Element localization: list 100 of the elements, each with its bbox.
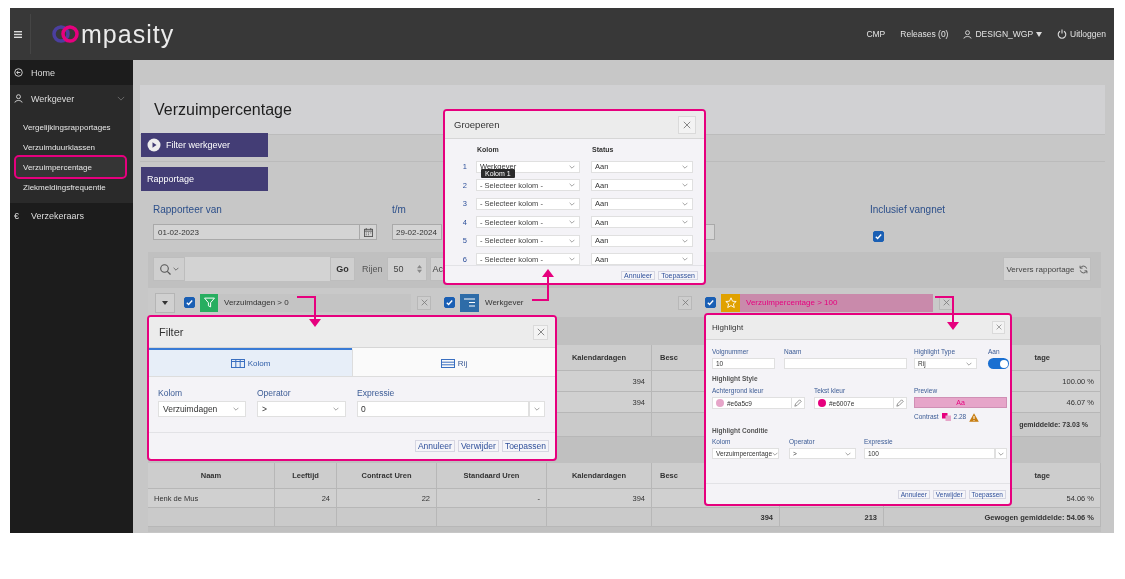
field-label: Rapporteer van	[153, 203, 222, 217]
rows-label: Rijen	[362, 264, 383, 274]
chevron-down-icon	[845, 451, 851, 456]
chevron-down-icon	[569, 238, 575, 243]
nav-item[interactable]: Vergelijkingsrapportages	[16, 117, 125, 137]
field-label: Kolom	[158, 388, 183, 398]
chevron-down-icon	[682, 220, 688, 224]
user-icon	[14, 94, 23, 103]
nav-link[interactable]: Releases (0)	[900, 29, 949, 39]
dialog-button[interactable]: Annuleer	[414, 440, 455, 452]
expression-field[interactable]: 0	[357, 401, 529, 417]
chevron-down-icon	[772, 451, 778, 456]
chevron-down-icon	[172, 267, 179, 271]
chevron-down-icon	[534, 407, 540, 411]
chevron-down-icon	[233, 407, 239, 411]
go-button[interactable]: Go	[330, 257, 355, 281]
color-swatch	[818, 399, 826, 407]
close-icon	[683, 120, 691, 129]
close-icon	[536, 328, 545, 336]
refresh-button[interactable]: Ververs rapportage	[1003, 257, 1091, 281]
nav-item[interactable]: Ziekmeldingsfrequentie	[16, 177, 125, 197]
chip-label: Werkgever	[484, 297, 525, 309]
contrast-icon	[941, 413, 951, 421]
color-swatch	[716, 399, 724, 407]
field-label: Operator	[257, 388, 291, 398]
column-select[interactable]: Verzuimdagen	[158, 401, 246, 417]
nav-item[interactable]: Verzuimduurklassen	[16, 137, 125, 157]
color-picker-button[interactable]	[894, 397, 907, 409]
dialog-title: Groeperen	[454, 119, 500, 130]
chevron-down-icon	[682, 201, 688, 206]
chevron-down-icon	[569, 183, 575, 187]
chevron-down-icon	[569, 164, 575, 169]
menu-icon[interactable]	[14, 30, 22, 38]
search-button[interactable]	[153, 257, 185, 281]
region-button[interactable]: Rapportage	[141, 167, 268, 191]
user-icon	[963, 29, 973, 39]
rows-select[interactable]: 50	[386, 257, 427, 281]
region-button[interactable]: Filter werkgever	[141, 133, 268, 157]
nav-item[interactable]: Verzuimpercentage	[16, 157, 125, 177]
field-label: Expressie	[357, 388, 395, 398]
chevron-down-icon	[682, 164, 688, 169]
checkbox[interactable]	[184, 297, 195, 308]
chevron-down-icon	[682, 238, 688, 243]
total-cell	[275, 508, 337, 527]
nav-link[interactable]: CMP	[866, 29, 886, 39]
filter-icon	[200, 293, 218, 312]
logo-icon	[51, 24, 81, 44]
color-picker-button[interactable]	[792, 397, 805, 409]
operator-select[interactable]: >	[257, 401, 346, 417]
chevron-down-icon	[966, 361, 972, 366]
toggle-switch[interactable]	[988, 358, 1009, 369]
chevron-down-icon	[569, 220, 575, 224]
checkbox[interactable]	[873, 231, 884, 242]
name-field[interactable]	[784, 358, 907, 369]
close-icon	[995, 324, 1002, 330]
close-button[interactable]	[678, 115, 696, 134]
euro-icon: €	[14, 210, 23, 221]
calendar-button[interactable]	[360, 224, 377, 240]
chevron-down-icon	[569, 257, 575, 261]
checkbox[interactable]	[705, 297, 716, 308]
list-icon	[460, 293, 479, 312]
sort-arrows-icon	[416, 265, 422, 273]
caret-icon	[162, 300, 168, 305]
field-label: Inclusief vangnet	[870, 203, 946, 217]
actions-button[interactable]: Ac	[429, 257, 443, 281]
nav-item[interactable]: Werkgever	[10, 85, 133, 112]
close-button[interactable]	[533, 324, 548, 340]
dialog-title: Filter	[159, 326, 184, 338]
dialog-button[interactable]: Toepassen	[501, 440, 549, 452]
chevron-down-icon	[333, 407, 339, 411]
chip-label: Verzuimdagen > 0	[218, 293, 411, 312]
remove-button[interactable]	[678, 295, 692, 310]
checkbox[interactable]	[444, 297, 455, 308]
pencil-icon	[794, 399, 802, 407]
close-button[interactable]	[992, 320, 1005, 334]
date-field[interactable]: 01-02-2023	[153, 224, 360, 240]
nav-item[interactable]: Home	[10, 60, 133, 85]
play-circle-icon	[147, 138, 161, 152]
calendar-icon	[363, 227, 373, 237]
chevron-down-icon	[569, 201, 575, 206]
chevron-down-icon	[682, 257, 688, 261]
close-icon	[681, 299, 689, 306]
dialog-title: Highlight	[712, 322, 744, 332]
nav-link[interactable]: DESIGN_WGP	[963, 29, 1043, 39]
field-label: t/m	[392, 203, 406, 217]
chip-label: Verzuimpercentage > 100	[740, 293, 933, 312]
toggle-button[interactable]	[155, 292, 175, 313]
pencil-icon	[896, 399, 904, 407]
power-icon	[1057, 29, 1068, 39]
dropdown-button[interactable]	[995, 448, 1007, 459]
date-field[interactable]: 29-02-2024	[392, 224, 442, 240]
tab[interactable]: Rij	[352, 348, 555, 377]
rows-icon	[440, 358, 455, 368]
columns-icon	[230, 358, 245, 368]
nav-link[interactable]: Uitloggen	[1057, 29, 1106, 39]
tab[interactable]: Kolom	[149, 348, 352, 377]
nav-item[interactable]: € Verzekeraars	[10, 203, 133, 228]
dialog-button[interactable]: Verwijder	[457, 440, 499, 452]
chevron-down-icon	[998, 451, 1004, 456]
remove-button[interactable]	[417, 295, 431, 310]
